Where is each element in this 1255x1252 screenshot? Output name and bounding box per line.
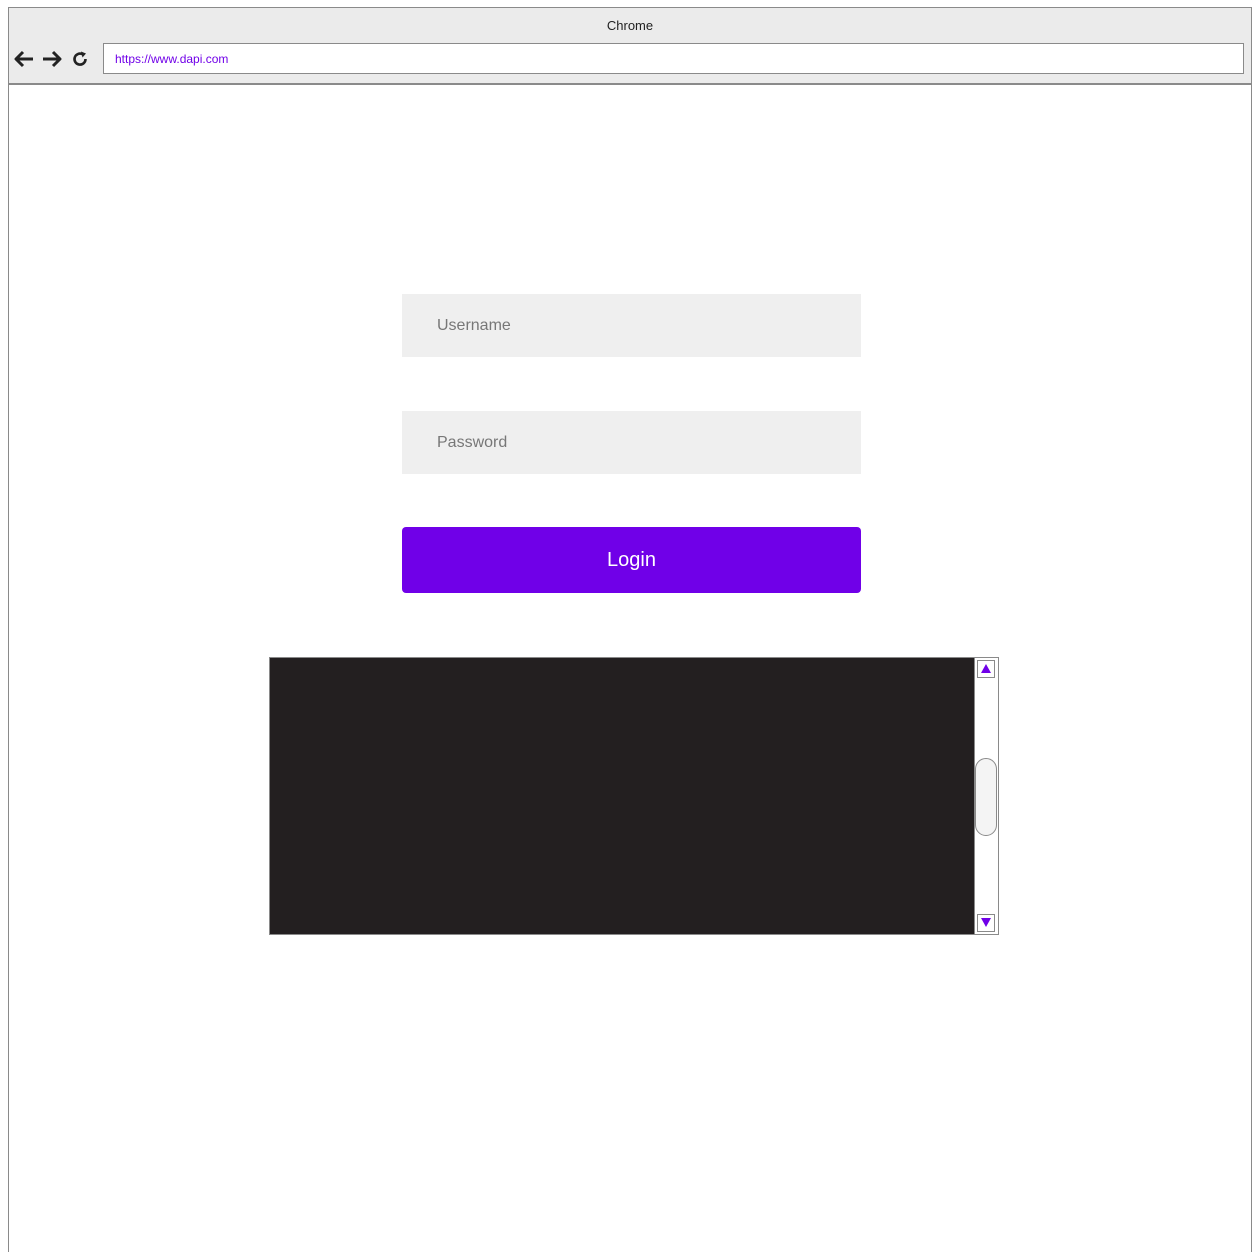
- reload-button[interactable]: [69, 48, 91, 70]
- console-output: [270, 658, 974, 934]
- address-bar[interactable]: https://www.dapi.com: [103, 43, 1244, 74]
- window-title: Chrome: [606, 18, 654, 33]
- login-button[interactable]: Login: [402, 527, 861, 593]
- username-input[interactable]: [402, 294, 861, 357]
- vertical-scrollbar[interactable]: [974, 658, 998, 934]
- console-panel[interactable]: [269, 657, 999, 935]
- arrow-left-icon: [14, 50, 34, 68]
- triangle-down-icon: [981, 914, 991, 932]
- browser-window: Chrome https://www.dapi.com: [8, 7, 1252, 1252]
- scroll-thumb[interactable]: [975, 758, 997, 836]
- forward-button[interactable]: [41, 48, 63, 70]
- scroll-down-button[interactable]: [977, 914, 995, 932]
- url-text: https://www.dapi.com: [115, 51, 229, 66]
- nav-buttons: [13, 46, 91, 72]
- scroll-up-button[interactable]: [977, 660, 995, 678]
- password-input[interactable]: [402, 411, 861, 474]
- arrow-right-icon: [42, 50, 62, 68]
- reload-icon: [71, 50, 89, 68]
- triangle-up-icon: [981, 660, 991, 678]
- browser-toolbar: Chrome https://www.dapi.com: [9, 8, 1251, 85]
- back-button[interactable]: [13, 48, 35, 70]
